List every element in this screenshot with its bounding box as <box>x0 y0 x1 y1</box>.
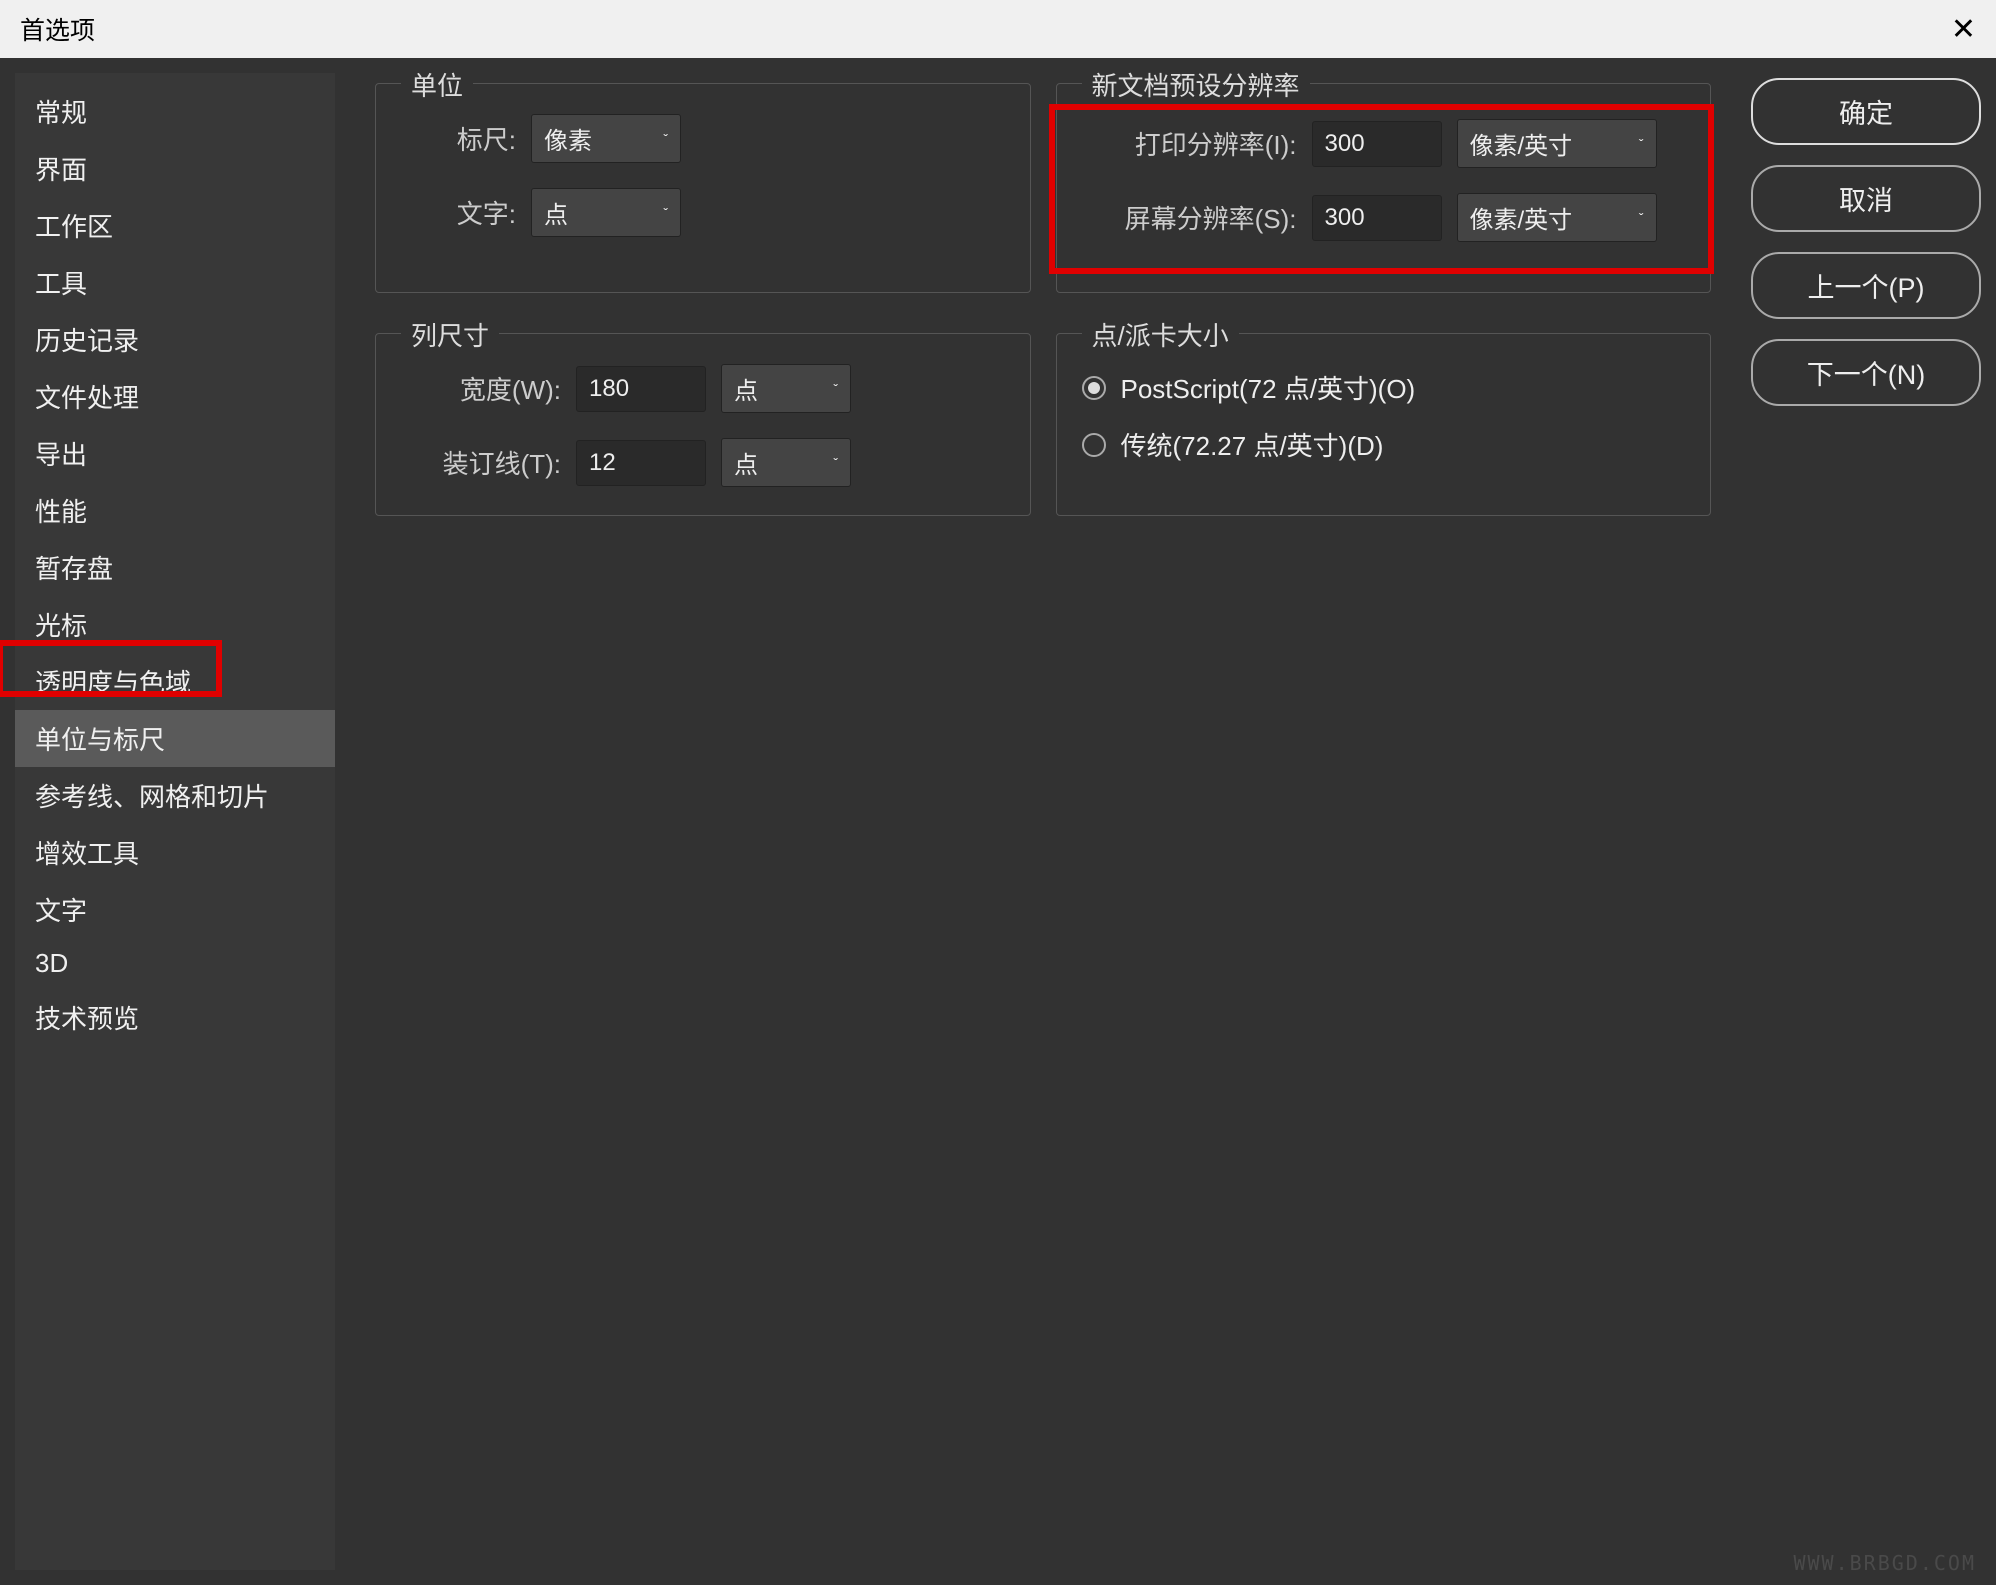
ruler-value: 像素 <box>544 121 592 156</box>
sidebar-item-general[interactable]: 常规 <box>15 83 335 140</box>
width-unit-select[interactable]: 点 ˇ <box>721 364 851 413</box>
prev-button[interactable]: 上一个(P) <box>1751 252 1981 319</box>
width-input[interactable] <box>576 366 706 412</box>
sidebar: 常规 界面 工作区 工具 历史记录 文件处理 导出 性能 暂存盘 光标 透明度与… <box>15 73 335 1570</box>
print-res-input[interactable] <box>1312 121 1442 167</box>
sidebar-item-transparency[interactable]: 透明度与色域 <box>15 653 335 710</box>
pica-size-fieldset: 点/派卡大小 PostScript(72 点/英寸)(O) 传统(72.27 点… <box>1056 333 1712 516</box>
sidebar-item-plugins[interactable]: 增效工具 <box>15 824 335 881</box>
column-size-fieldset: 列尺寸 宽度(W): 点 ˇ 装订线(T): 点 <box>375 333 1031 516</box>
window-title: 首选项 <box>20 11 95 47</box>
doc-resolution-fieldset: 新文档预设分辨率 打印分辨率(I): 像素/英寸 ˇ 屏幕分辨率(S): <box>1056 83 1712 293</box>
chevron-down-icon: ˇ <box>663 131 668 147</box>
sidebar-item-filehandling[interactable]: 文件处理 <box>15 368 335 425</box>
screen-res-label: 屏幕分辨率(S): <box>1082 199 1297 236</box>
doc-res-legend: 新文档预设分辨率 <box>1082 66 1310 103</box>
screen-res-unit-select[interactable]: 像素/英寸 ˇ <box>1457 193 1657 242</box>
radio-icon <box>1082 433 1106 457</box>
radio-postscript[interactable]: PostScript(72 点/英寸)(O) <box>1082 369 1686 406</box>
type-select[interactable]: 点 ˇ <box>531 188 681 237</box>
chevron-down-icon: ˇ <box>1639 210 1644 226</box>
radio-traditional[interactable]: 传统(72.27 点/英寸)(D) <box>1082 426 1686 463</box>
button-panel: 确定 取消 上一个(P) 下一个(N) <box>1751 73 1981 1570</box>
sidebar-item-export[interactable]: 导出 <box>15 425 335 482</box>
sidebar-item-3d[interactable]: 3D <box>15 938 335 989</box>
gutter-input[interactable] <box>576 440 706 486</box>
print-res-unit-select[interactable]: 像素/英寸 ˇ <box>1457 119 1657 168</box>
sidebar-item-workspace[interactable]: 工作区 <box>15 197 335 254</box>
radio-icon <box>1082 376 1106 400</box>
type-value: 点 <box>544 195 568 230</box>
sidebar-item-units-rulers[interactable]: 单位与标尺 <box>15 710 335 767</box>
sidebar-item-cursor[interactable]: 光标 <box>15 596 335 653</box>
width-unit: 点 <box>734 371 758 406</box>
sidebar-item-interface[interactable]: 界面 <box>15 140 335 197</box>
sidebar-item-type[interactable]: 文字 <box>15 881 335 938</box>
gutter-label: 装订线(T): <box>401 444 561 481</box>
close-icon[interactable]: ✕ <box>1951 12 1976 47</box>
watermark: WWW.BRBGD.COM <box>1793 1551 1976 1575</box>
width-label: 宽度(W): <box>401 370 561 407</box>
sidebar-item-techpreview[interactable]: 技术预览 <box>15 989 335 1046</box>
ruler-label: 标尺: <box>401 120 516 157</box>
chevron-down-icon: ˇ <box>663 205 668 221</box>
next-button[interactable]: 下一个(N) <box>1751 339 1981 406</box>
type-label: 文字: <box>401 194 516 231</box>
ok-button[interactable]: 确定 <box>1751 78 1981 145</box>
screen-res-unit: 像素/英寸 <box>1470 200 1573 235</box>
gutter-unit-select[interactable]: 点 ˇ <box>721 438 851 487</box>
sidebar-item-guides[interactable]: 参考线、网格和切片 <box>15 767 335 824</box>
col-legend: 列尺寸 <box>401 316 499 353</box>
titlebar: 首选项 ✕ <box>0 0 1996 58</box>
screen-res-input[interactable] <box>1312 195 1442 241</box>
traditional-label: 传统(72.27 点/英寸)(D) <box>1121 426 1384 463</box>
sidebar-item-scratch[interactable]: 暂存盘 <box>15 539 335 596</box>
gutter-unit: 点 <box>734 445 758 480</box>
sidebar-item-tools[interactable]: 工具 <box>15 254 335 311</box>
print-res-label: 打印分辨率(I): <box>1082 125 1297 162</box>
units-legend: 单位 <box>401 66 473 103</box>
chevron-down-icon: ˇ <box>1639 136 1644 152</box>
cancel-button[interactable]: 取消 <box>1751 165 1981 232</box>
chevron-down-icon: ˇ <box>833 455 838 471</box>
postscript-label: PostScript(72 点/英寸)(O) <box>1121 369 1416 406</box>
pica-legend: 点/派卡大小 <box>1082 316 1239 353</box>
ruler-select[interactable]: 像素 ˇ <box>531 114 681 163</box>
units-fieldset: 单位 标尺: 像素 ˇ 文字: 点 ˇ <box>375 83 1031 293</box>
content-area: 单位 标尺: 像素 ˇ 文字: 点 ˇ <box>345 73 1741 1570</box>
print-res-unit: 像素/英寸 <box>1470 126 1573 161</box>
sidebar-item-performance[interactable]: 性能 <box>15 482 335 539</box>
chevron-down-icon: ˇ <box>833 381 838 397</box>
sidebar-item-history[interactable]: 历史记录 <box>15 311 335 368</box>
